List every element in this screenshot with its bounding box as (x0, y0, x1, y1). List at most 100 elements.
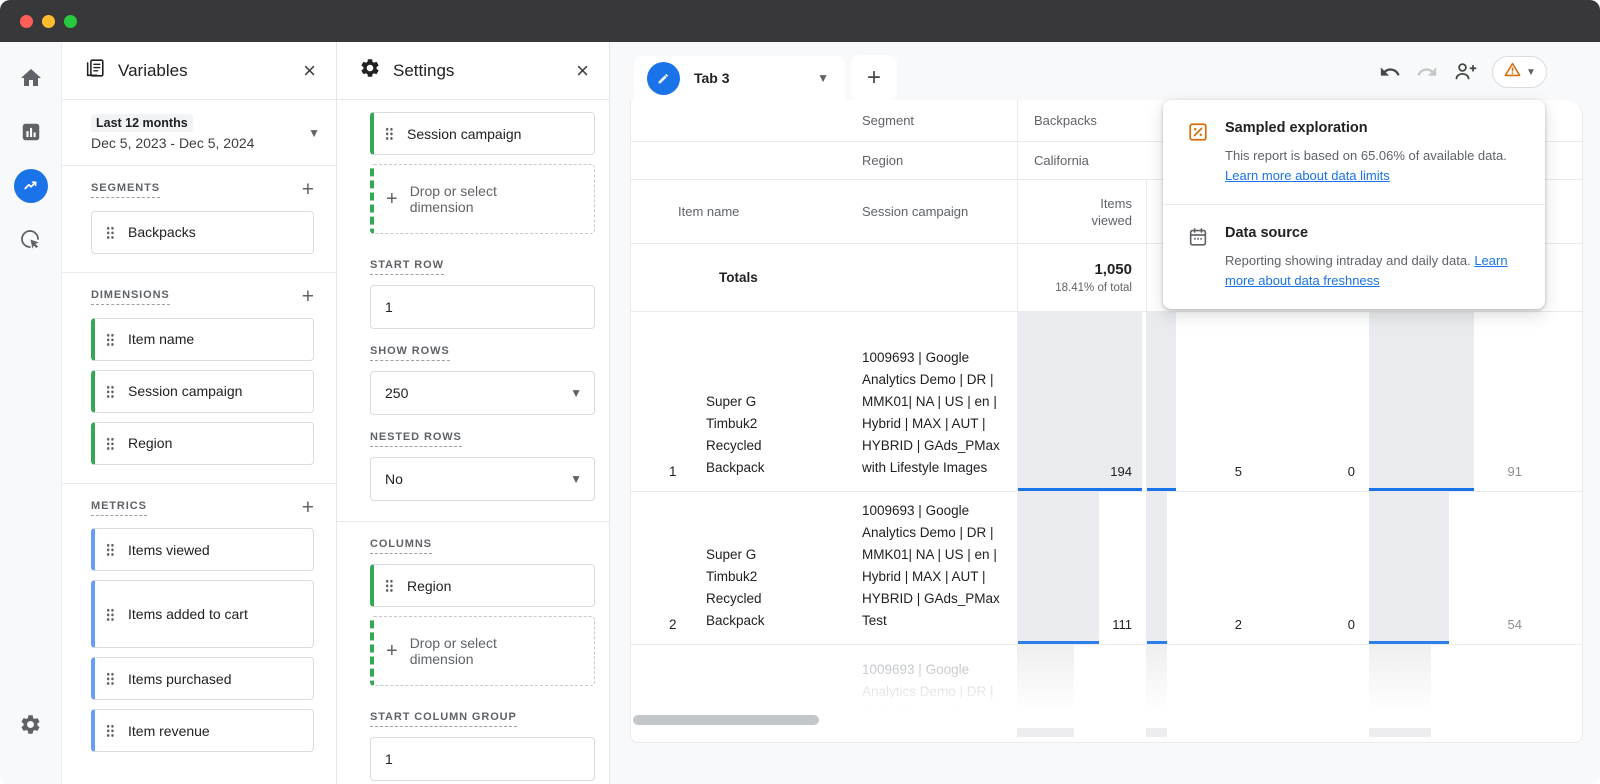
segment-chip-backpacks[interactable]: Backpacks (91, 211, 314, 254)
start-column-group-input[interactable] (370, 737, 595, 781)
value-bar (1369, 645, 1431, 737)
nested-rows-select[interactable]: No ▼ (370, 457, 595, 501)
add-metric-button[interactable]: + (302, 500, 314, 517)
row-number: 2 (669, 617, 679, 632)
add-segment-button[interactable]: + (302, 182, 314, 199)
exploration-canvas: Tab 3 ▼ + ▼ Segment (610, 42, 1600, 784)
metric-cell-item-revenue: 91 (1369, 312, 1536, 491)
drag-handle-icon (106, 333, 114, 346)
warning-triangle-icon (1503, 60, 1522, 84)
value-bar (1147, 492, 1167, 644)
session-campaign-cell: 1009693 | Google Analytics Demo | DR | M… (862, 659, 1003, 725)
metric-cell-items-purchased: 0 (1256, 492, 1369, 644)
segments-section: SEGMENTS + Backpacks (62, 166, 336, 273)
drag-handle-icon (106, 226, 114, 239)
sampling-info-popover: Sampled exploration This report is based… (1163, 100, 1545, 309)
drag-handle-icon (106, 672, 114, 685)
nav-reports-button[interactable] (13, 114, 49, 150)
dimension-chip-region[interactable]: Region (91, 422, 314, 465)
new-tab-button[interactable]: + (851, 55, 897, 100)
sampled-exploration-title: Sampled exploration (1225, 120, 1507, 136)
horizontal-scrollbar-thumb[interactable] (633, 715, 819, 725)
settings-panel: Settings × Session campaign + Drop or se… (337, 42, 610, 784)
columns-drop-dimension-zone[interactable]: + Drop or select dimension (370, 616, 595, 686)
plus-icon: + (386, 188, 398, 211)
totals-label: Totals (631, 244, 846, 311)
tab-3[interactable]: Tab 3 ▼ (634, 56, 845, 100)
ads-click-icon (19, 228, 43, 252)
fullscreen-window-button[interactable] (64, 15, 77, 28)
drag-handle-icon (106, 385, 114, 398)
metric-chip-item-revenue[interactable]: Item revenue (91, 709, 314, 752)
minimize-window-button[interactable] (42, 15, 55, 28)
date-range-selector[interactable]: Last 12 months Dec 5, 2023 - Dec 5, 2024… (62, 100, 336, 166)
drag-handle-icon (106, 724, 114, 737)
item-name-cell: Super G Timbuk2 Recycled Backpack (706, 544, 794, 632)
metric-cell-items-viewed: 111 (1017, 492, 1146, 644)
metric-chip-items-added-to-cart[interactable]: Items added to cart (91, 580, 314, 648)
metrics-section: METRICS + Items viewed Items added to ca… (62, 484, 336, 771)
variables-panel: Variables × Last 12 months Dec 5, 2023 -… (62, 42, 337, 784)
region-row-label: Region (846, 142, 1017, 179)
date-range-value: Dec 5, 2023 - Dec 5, 2024 (91, 135, 308, 151)
table-row: 2 Super G Timbuk2 Recycled Backpack 1009… (631, 492, 1582, 645)
chevron-down-icon: ▼ (308, 126, 320, 140)
plus-icon: + (386, 640, 398, 663)
close-variables-icon[interactable]: × (303, 60, 316, 82)
tab-strip: Tab 3 ▼ + ▼ (610, 42, 1600, 100)
chevron-down-icon[interactable]: ▼ (817, 71, 829, 85)
sampling-body-text: This report is based on 65.06% of availa… (1225, 148, 1507, 163)
share-add-user-button[interactable] (1453, 60, 1477, 84)
app-window: Variables × Last 12 months Dec 5, 2023 -… (0, 0, 1600, 784)
item-name-cell: Super G Timbuk2 Recycled Backpack (706, 391, 794, 479)
dimensions-section: DIMENSIONS + Item name Session campaign … (62, 273, 336, 484)
date-preset-label: Last 12 months (91, 114, 193, 132)
metric-chip-items-purchased[interactable]: Items purchased (91, 657, 314, 700)
close-settings-icon[interactable]: × (576, 60, 589, 82)
value-bar (1018, 645, 1074, 737)
close-window-button[interactable] (20, 15, 33, 28)
row-number: 1 (669, 464, 679, 479)
data-limits-link[interactable]: Learn more about data limits (1225, 168, 1390, 183)
add-dimension-button[interactable]: + (302, 289, 314, 306)
rows-chip-session-campaign[interactable]: Session campaign (370, 112, 595, 155)
nav-home-button[interactable] (13, 60, 49, 96)
calendar-icon (1187, 225, 1209, 291)
nav-admin-button[interactable] (13, 706, 49, 742)
dimension-chip-item-name[interactable]: Item name (91, 318, 314, 361)
metric-cell-items-purchased: 0 (1256, 312, 1369, 491)
dimensions-label: DIMENSIONS (91, 289, 170, 305)
pencil-icon (647, 62, 680, 95)
home-icon (19, 66, 43, 90)
start-row-label: START ROW (370, 259, 444, 275)
settings-gear-icon (359, 57, 381, 84)
segment-row-label: Segment (846, 100, 1017, 141)
table-row: 1 Super G Timbuk2 Recycled Backpack 1009… (631, 312, 1582, 492)
start-row-input[interactable] (370, 285, 595, 329)
nested-rows-label: NESTED ROWS (370, 431, 462, 447)
value-bar (1147, 312, 1176, 491)
drag-handle-icon (106, 543, 114, 556)
nav-explore-button[interactable] (13, 168, 49, 204)
dimension-chip-session-campaign[interactable]: Session campaign (91, 370, 314, 413)
undo-button[interactable] (1379, 61, 1401, 83)
chevron-down-icon: ▼ (570, 472, 582, 486)
metric-chip-items-viewed[interactable]: Items viewed (91, 528, 314, 571)
rows-drop-dimension-zone[interactable]: + Drop or select dimension (370, 164, 595, 234)
metric-cell-items-added-to-cart: 5 (1146, 312, 1256, 491)
show-rows-select[interactable]: 250 ▼ (370, 371, 595, 415)
nav-rail (0, 42, 62, 784)
session-campaign-cell: 1009693 | Google Analytics Demo | DR | M… (862, 500, 1003, 632)
metric-cell-item-revenue: 54 (1369, 492, 1536, 644)
start-column-group-label: START COLUMN GROUP (370, 711, 517, 727)
variables-icon (84, 57, 106, 84)
column-header-item-name: Item name (631, 180, 846, 243)
nav-advertising-button[interactable] (13, 222, 49, 258)
segments-label: SEGMENTS (91, 182, 160, 198)
drag-handle-icon (106, 608, 114, 621)
sampling-status-button[interactable]: ▼ (1492, 56, 1547, 88)
value-bar (1018, 492, 1099, 644)
totals-items-viewed: 1,050 18.41% of total (1017, 244, 1146, 311)
redo-button[interactable] (1416, 61, 1438, 83)
columns-chip-region[interactable]: Region (370, 564, 595, 607)
